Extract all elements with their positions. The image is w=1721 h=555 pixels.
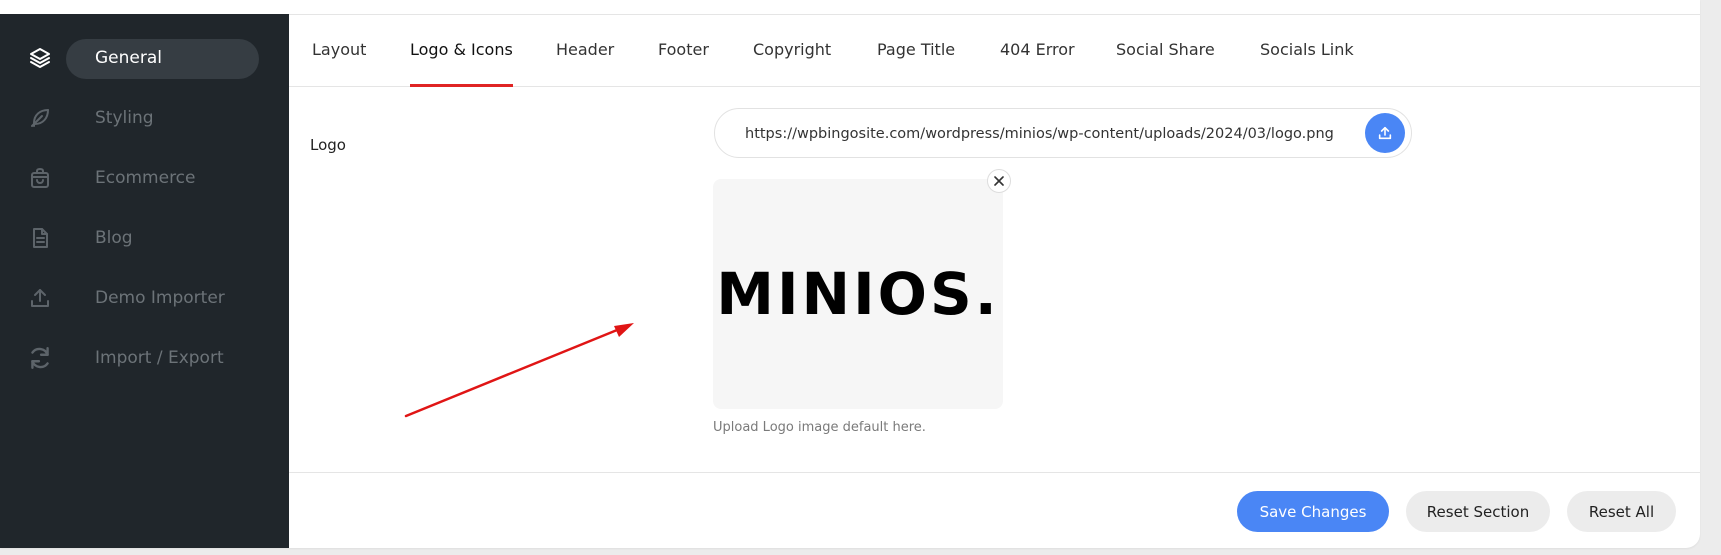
- tab-layout[interactable]: Layout: [312, 14, 366, 86]
- logo-field-label: Logo: [310, 136, 346, 154]
- sidebar-item-label: Demo Importer: [95, 288, 225, 308]
- logo-help-text: Upload Logo image default here.: [713, 420, 926, 435]
- sidebar-item-ecommerce[interactable]: Ecommerce: [0, 156, 289, 200]
- document-icon: [27, 225, 53, 251]
- upload-button[interactable]: [1365, 113, 1405, 153]
- sidebar-item-label: Blog: [95, 228, 133, 248]
- reset-all-button[interactable]: Reset All: [1567, 491, 1676, 532]
- sidebar-item-general[interactable]: General: [0, 36, 289, 80]
- sidebar-item-label: Ecommerce: [95, 168, 196, 188]
- upload-icon: [1377, 125, 1393, 141]
- sidebar-item-blog[interactable]: Blog: [0, 216, 289, 260]
- upload-icon: [27, 285, 53, 311]
- logo-url-field: [714, 108, 1412, 159]
- tab-bar: Layout Logo & Icons Header Footer Copyri…: [289, 14, 1700, 87]
- save-changes-button[interactable]: Save Changes: [1237, 491, 1389, 532]
- settings-panel: General Styling Ecommerce Blog Demo Impo…: [0, 0, 1700, 548]
- refresh-icon: [27, 345, 53, 371]
- top-strip: [289, 0, 1700, 15]
- tab-social-share[interactable]: Social Share: [1116, 14, 1215, 86]
- annotation-arrow: [404, 323, 634, 418]
- remove-logo-button[interactable]: [987, 169, 1011, 193]
- reset-section-button[interactable]: Reset Section: [1406, 491, 1550, 532]
- tab-page-title[interactable]: Page Title: [877, 14, 955, 86]
- sidebar: General Styling Ecommerce Blog Demo Impo…: [0, 14, 289, 548]
- tab-logo-icons[interactable]: Logo & Icons: [410, 14, 513, 87]
- sidebar-item-import-export[interactable]: Import / Export: [0, 336, 289, 380]
- footer-divider: [289, 472, 1700, 473]
- tab-404-error[interactable]: 404 Error: [1000, 14, 1075, 86]
- sidebar-item-label: Import / Export: [95, 348, 224, 368]
- tab-copyright[interactable]: Copyright: [753, 14, 831, 86]
- sidebar-item-label: General: [95, 48, 162, 68]
- tab-footer[interactable]: Footer: [658, 14, 709, 86]
- sidebar-item-label: Styling: [95, 108, 154, 128]
- logo-preview: MINIOS.: [713, 179, 1003, 409]
- feather-icon: [27, 105, 53, 131]
- sidebar-item-demo-importer[interactable]: Demo Importer: [0, 276, 289, 320]
- layers-icon: [27, 45, 53, 71]
- logo-preview-image: MINIOS.: [716, 260, 1000, 328]
- sidebar-item-styling[interactable]: Styling: [0, 96, 289, 140]
- tab-header[interactable]: Header: [556, 14, 614, 86]
- shopping-bag-icon: [27, 165, 53, 191]
- tab-socials-link[interactable]: Socials Link: [1260, 14, 1354, 86]
- logo-url-input[interactable]: [743, 109, 1337, 159]
- close-icon: [994, 176, 1004, 186]
